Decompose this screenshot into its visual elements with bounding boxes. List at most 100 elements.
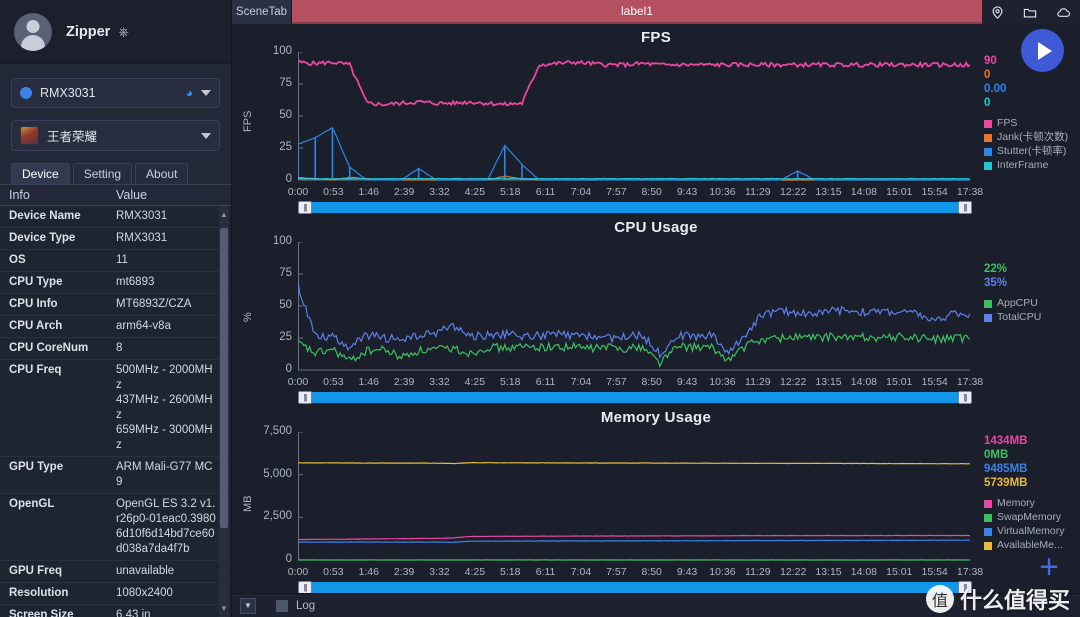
legend-swatch-icon [984, 161, 992, 170]
log-dropdown-button[interactable]: ▼ [240, 597, 256, 614]
legend-label: VirtualMemory [997, 525, 1065, 537]
range-handle-left[interactable]: ||| [298, 391, 312, 404]
table-cell-value: OpenGL ES 3.2 v1.r26p0-01eac0.39806d10f6… [116, 498, 216, 555]
x-tick-label: 5:18 [499, 566, 521, 578]
table-row: CPU Freq 500MHz - 2000MHz 437MHz - 2600MH… [0, 360, 231, 457]
table-cell-key: Screen Size [9, 609, 74, 617]
table-row: Screen Size 6.43 in [0, 605, 231, 617]
table-cell-value: 6.43 in [116, 609, 151, 617]
range-handle-right[interactable]: ||| [958, 391, 972, 404]
table-cell-key: Resolution [9, 587, 69, 599]
table-cell-key: GPU Freq [9, 565, 63, 577]
x-tick-label: 12:22 [780, 566, 807, 578]
legend-label: InterFrame [997, 159, 1049, 171]
legend-swatch-icon [984, 313, 992, 322]
x-tick-label: 10:36 [709, 376, 736, 388]
y-tick-label: 0 [285, 553, 292, 565]
table-cell-value: MT6893Z/CZA [116, 298, 192, 310]
time-range-scrollbar[interactable]: ||| ||| [298, 391, 972, 404]
cloud-icon[interactable] [1055, 5, 1072, 20]
log-label: Log [296, 599, 316, 612]
scrollbar-thumb[interactable] [220, 228, 228, 528]
series-line [298, 534, 970, 541]
legend-item[interactable]: Memory [984, 497, 1065, 510]
y-axis-label: MB [242, 495, 254, 513]
folder-icon[interactable] [1022, 5, 1038, 20]
column-header-value: Value [116, 188, 148, 202]
range-handle-right[interactable]: ||| [958, 581, 972, 593]
x-tick-label: 7:57 [606, 186, 627, 198]
range-handle-right[interactable]: ||| [958, 201, 972, 214]
legend-item[interactable]: TotalCPU [984, 311, 1041, 324]
username-label: Zipper [66, 23, 111, 40]
x-tick-label: 13:15 [815, 376, 842, 388]
range-handle-left[interactable]: ||| [298, 201, 312, 214]
y-tick-label: 100 [272, 235, 292, 247]
legend-swatch-icon [984, 513, 992, 522]
x-tick-label: 9:43 [676, 186, 698, 198]
x-tick-label: 3:32 [429, 186, 450, 198]
scroll-down-icon[interactable]: ▼ [220, 604, 228, 613]
legend-item[interactable]: VirtualMemory [984, 525, 1065, 538]
table-row: Device Name RMX3031 [0, 206, 231, 228]
plot-svg [298, 52, 970, 181]
legend-item[interactable]: SwapMemory [984, 511, 1065, 524]
device-selector[interactable]: RMX3031 ◕ [11, 78, 220, 108]
x-tick-label: 7:04 [570, 566, 592, 578]
label-tab[interactable]: label1 [292, 0, 982, 24]
x-tick-label: 8:50 [641, 566, 662, 578]
table-row: GPU Freq unavailable [0, 561, 231, 583]
table-cell-value: 8 [116, 342, 123, 354]
legend-item[interactable]: Jank(卡顿次数) [984, 131, 1068, 144]
app-root: Zipper ⎈ RMX3031 ◕ 王者荣耀 Device Setting A… [0, 0, 1080, 617]
legend-label: TotalCPU [997, 311, 1042, 323]
table-cell-key: Device Name [9, 210, 81, 222]
plus-icon[interactable]: + [1039, 550, 1059, 584]
table-cell-key: OpenGL [9, 498, 55, 510]
table-cell-key: CPU CoreNum [9, 342, 89, 354]
table-cell-value: mt6893 [116, 276, 155, 288]
play-button[interactable] [1021, 29, 1064, 72]
x-tick-label: 10:36 [709, 566, 736, 578]
scene-tab[interactable]: SceneTab [232, 0, 292, 24]
power-icon[interactable]: ⎈ [118, 25, 128, 38]
column-header-info: Info [9, 188, 30, 202]
x-tick-label: 7:57 [606, 566, 627, 578]
log-checkbox[interactable] [276, 599, 288, 612]
table-cell-value: ARM Mali-G77 MC9 [116, 461, 213, 488]
tab-setting[interactable]: Setting [72, 163, 133, 184]
legend-item[interactable]: AppCPU [984, 297, 1041, 310]
legend-label: AppCPU [997, 297, 1038, 309]
app-selector[interactable]: 王者荣耀 [11, 120, 220, 151]
scroll-up-icon[interactable]: ▲ [220, 210, 228, 219]
legend-value: 0MB [984, 449, 1009, 461]
x-tick-label: 15:54 [921, 186, 948, 198]
table-cell-key: CPU Type [9, 276, 63, 288]
legend-value: 1434MB [984, 435, 1028, 447]
y-axis-label: FPS [242, 110, 254, 132]
table-cell-key: OS [9, 254, 26, 266]
legend-swatch-icon [984, 119, 992, 128]
table-cell-value: 500MHz - 2000MHz 437MHz - 2600MHz 659MHz… [116, 364, 213, 451]
sidebar: Zipper ⎈ RMX3031 ◕ 王者荣耀 Device Setting A… [0, 0, 232, 617]
android-icon [20, 87, 32, 99]
legend-item[interactable]: FPS [984, 117, 1068, 130]
location-pin-icon[interactable] [990, 5, 1005, 20]
tab-device[interactable]: Device [11, 163, 70, 184]
x-tick-label: 10:36 [709, 186, 736, 198]
time-range-scrollbar[interactable]: ||| ||| [298, 201, 972, 214]
legend-item[interactable]: InterFrame [984, 159, 1068, 172]
x-tick-label: 17:38 [956, 186, 984, 198]
chart-cpu-usage: CPU Usage 0 25 50 75 100% 0:00 0:53 1:46 2:39 3:32… [232, 214, 1080, 404]
legend-swatch-icon [984, 299, 992, 308]
legend-value: 0 [984, 69, 991, 81]
x-tick-label: 13:15 [815, 186, 842, 198]
time-range-scrollbar[interactable]: ||| ||| [298, 581, 972, 593]
sidebar-scrollbar[interactable]: ▲ ▼ [219, 206, 229, 617]
x-tick-label: 7:04 [570, 186, 592, 198]
series-line [298, 331, 970, 368]
range-handle-left[interactable]: ||| [298, 581, 312, 593]
tab-about[interactable]: About [135, 163, 189, 184]
legend-label: Memory [997, 497, 1035, 509]
legend-item[interactable]: Stutter(卡顿率) [984, 145, 1068, 158]
